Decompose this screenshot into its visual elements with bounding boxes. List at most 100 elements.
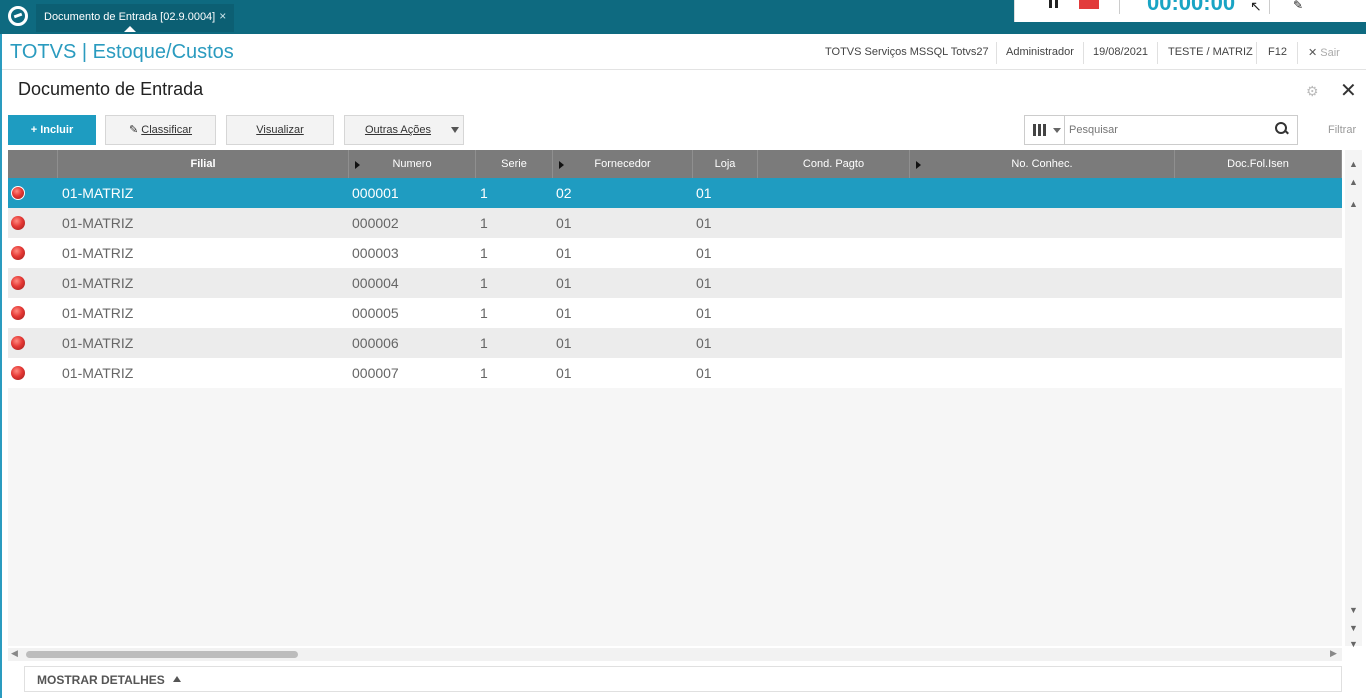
recorder-timer: 00:00:00 [1147, 0, 1236, 15]
column-header-status[interactable] [8, 150, 58, 178]
cell-numero: 000005 [352, 305, 399, 321]
gear-icon[interactable]: ⚙ [1306, 83, 1319, 100]
divider [1083, 42, 1084, 64]
column-header-doc-fol-isen[interactable]: Doc.Fol.Isen [1175, 150, 1342, 178]
divider [1256, 42, 1257, 64]
cell-loja: 01 [696, 275, 712, 291]
scroll-bottom-icon[interactable]: ▼ [1345, 636, 1362, 652]
status-red-icon[interactable] [11, 336, 25, 350]
table-row[interactable]: 01-MATRIZ 000001 1 02 01 [8, 178, 1342, 208]
divider [996, 42, 997, 64]
table-row[interactable]: 01-MATRIZ 000003 1 01 01 [8, 238, 1342, 268]
exit-button[interactable]: ✕ Sair [1308, 46, 1340, 59]
column-header-no-conhec[interactable]: No. Conhec. [910, 150, 1175, 178]
cell-serie: 1 [480, 305, 488, 321]
chevron-down-icon [451, 127, 459, 133]
tab-documento-entrada[interactable]: Documento de Entrada [02.9.0004] × [36, 4, 235, 32]
pen-icon[interactable]: ✎ [1293, 0, 1303, 12]
plus-icon: + [30, 124, 38, 136]
cell-numero: 000004 [352, 275, 399, 291]
status-red-icon[interactable] [11, 366, 25, 380]
more-actions-button[interactable]: Outras Ações [344, 115, 464, 145]
vertical-scrollbar[interactable]: ▲ ▲ ▲ ▼ ▼ ▼ [1345, 150, 1362, 649]
table-row[interactable]: 01-MATRIZ 000005 1 01 01 [8, 298, 1342, 328]
column-header-numero[interactable]: Numero [349, 150, 476, 178]
cell-fornecedor: 01 [556, 335, 572, 351]
tab-active-caret-icon [124, 26, 136, 32]
filter-button[interactable]: Filtrar [1328, 124, 1356, 136]
cell-serie: 1 [480, 215, 488, 231]
column-header-loja[interactable]: Loja [693, 150, 758, 178]
view-label: Visualizar [256, 124, 304, 136]
column-header-serie[interactable]: Serie [476, 150, 553, 178]
table-row[interactable]: 01-MATRIZ 000002 1 01 01 [8, 208, 1342, 238]
view-button[interactable]: Visualizar [226, 115, 334, 145]
tab-close-icon[interactable]: × [219, 9, 226, 23]
company-label[interactable]: TESTE / MATRIZ [1168, 46, 1253, 58]
column-header-filial[interactable]: Filial [58, 150, 349, 178]
details-bar: MOSTRAR DETALHES [24, 666, 1342, 692]
search-input[interactable] [1069, 122, 1269, 138]
table-row[interactable]: 01-MATRIZ 000004 1 01 01 [8, 268, 1342, 298]
cell-filial: 01-MATRIZ [62, 365, 134, 381]
cell-serie: 1 [480, 185, 488, 201]
totvs-logo-icon[interactable] [8, 6, 28, 26]
column-header-cond-pagto[interactable]: Cond. Pagto [758, 150, 910, 178]
column-header-fornecedor[interactable]: Fornecedor [553, 150, 693, 178]
column-label: Fornecedor [594, 158, 651, 170]
table-row[interactable]: 01-MATRIZ 000006 1 01 01 [8, 328, 1342, 358]
user-label[interactable]: Administrador [1006, 46, 1074, 58]
horizontal-scroll-thumb[interactable] [26, 651, 298, 658]
scroll-page-up-icon[interactable]: ▲ [1345, 174, 1362, 190]
date-label[interactable]: 19/08/2021 [1093, 46, 1148, 58]
pause-icon[interactable] [1047, 0, 1061, 8]
mouse-pointer-icon: ↖ [1250, 0, 1262, 14]
scroll-up-icon[interactable]: ▲ [1345, 196, 1362, 212]
page-title: Documento de Entrada [18, 79, 204, 99]
chevron-down-icon [1053, 128, 1061, 133]
sort-arrow-icon [916, 161, 921, 169]
cell-fornecedor: 01 [556, 365, 572, 381]
scroll-down-icon[interactable]: ▼ [1345, 602, 1362, 618]
column-label: Serie [501, 158, 527, 170]
cell-loja: 01 [696, 185, 712, 201]
close-icon: ✕ [1308, 47, 1318, 59]
cell-numero: 000001 [352, 185, 399, 201]
include-label: Incluir [40, 124, 74, 136]
cell-fornecedor: 01 [556, 215, 572, 231]
f12-shortcut[interactable]: F12 [1268, 46, 1287, 58]
cell-loja: 01 [696, 305, 712, 321]
show-details-button[interactable]: MOSTRAR DETALHES [37, 673, 181, 687]
column-selector-button[interactable] [1025, 116, 1065, 144]
scroll-right-icon[interactable]: ▶ [1330, 648, 1337, 659]
status-red-icon[interactable] [11, 276, 25, 290]
columns-icon [1033, 124, 1047, 136]
close-window-icon[interactable]: ✕ [1340, 78, 1357, 103]
status-red-icon[interactable] [11, 186, 25, 200]
app-header: TOTVS | Estoque/Custos TOTVS Serviços MS… [0, 36, 1366, 70]
column-label: Doc.Fol.Isen [1227, 158, 1289, 170]
include-button[interactable]: + Incluir [8, 115, 96, 145]
horizontal-scrollbar[interactable]: ◀ ▶ [8, 648, 1342, 661]
divider [1119, 0, 1120, 14]
classify-button[interactable]: ✎ Classificar [105, 115, 216, 145]
column-label: No. Conhec. [1011, 158, 1073, 170]
status-red-icon[interactable] [11, 306, 25, 320]
status-red-icon[interactable] [11, 246, 25, 260]
scroll-left-icon[interactable]: ◀ [11, 648, 18, 659]
divider [1297, 42, 1298, 64]
grid-header: Filial Numero Serie Fornecedor Loja Cond… [8, 150, 1342, 178]
table-row[interactable]: 01-MATRIZ 000007 1 01 01 [8, 358, 1342, 388]
cell-filial: 01-MATRIZ [62, 185, 134, 201]
scroll-page-down-icon[interactable]: ▼ [1345, 620, 1362, 636]
cell-loja: 01 [696, 365, 712, 381]
scroll-top-icon[interactable]: ▲ [1345, 156, 1362, 172]
cell-fornecedor: 01 [556, 305, 572, 321]
cell-filial: 01-MATRIZ [62, 275, 134, 291]
search-box [1024, 115, 1298, 145]
search-icon[interactable] [1275, 122, 1289, 136]
status-red-icon[interactable] [11, 216, 25, 230]
column-label: Numero [392, 158, 432, 170]
more-actions-label: Outras Ações [364, 124, 432, 136]
stop-icon[interactable] [1079, 0, 1099, 9]
